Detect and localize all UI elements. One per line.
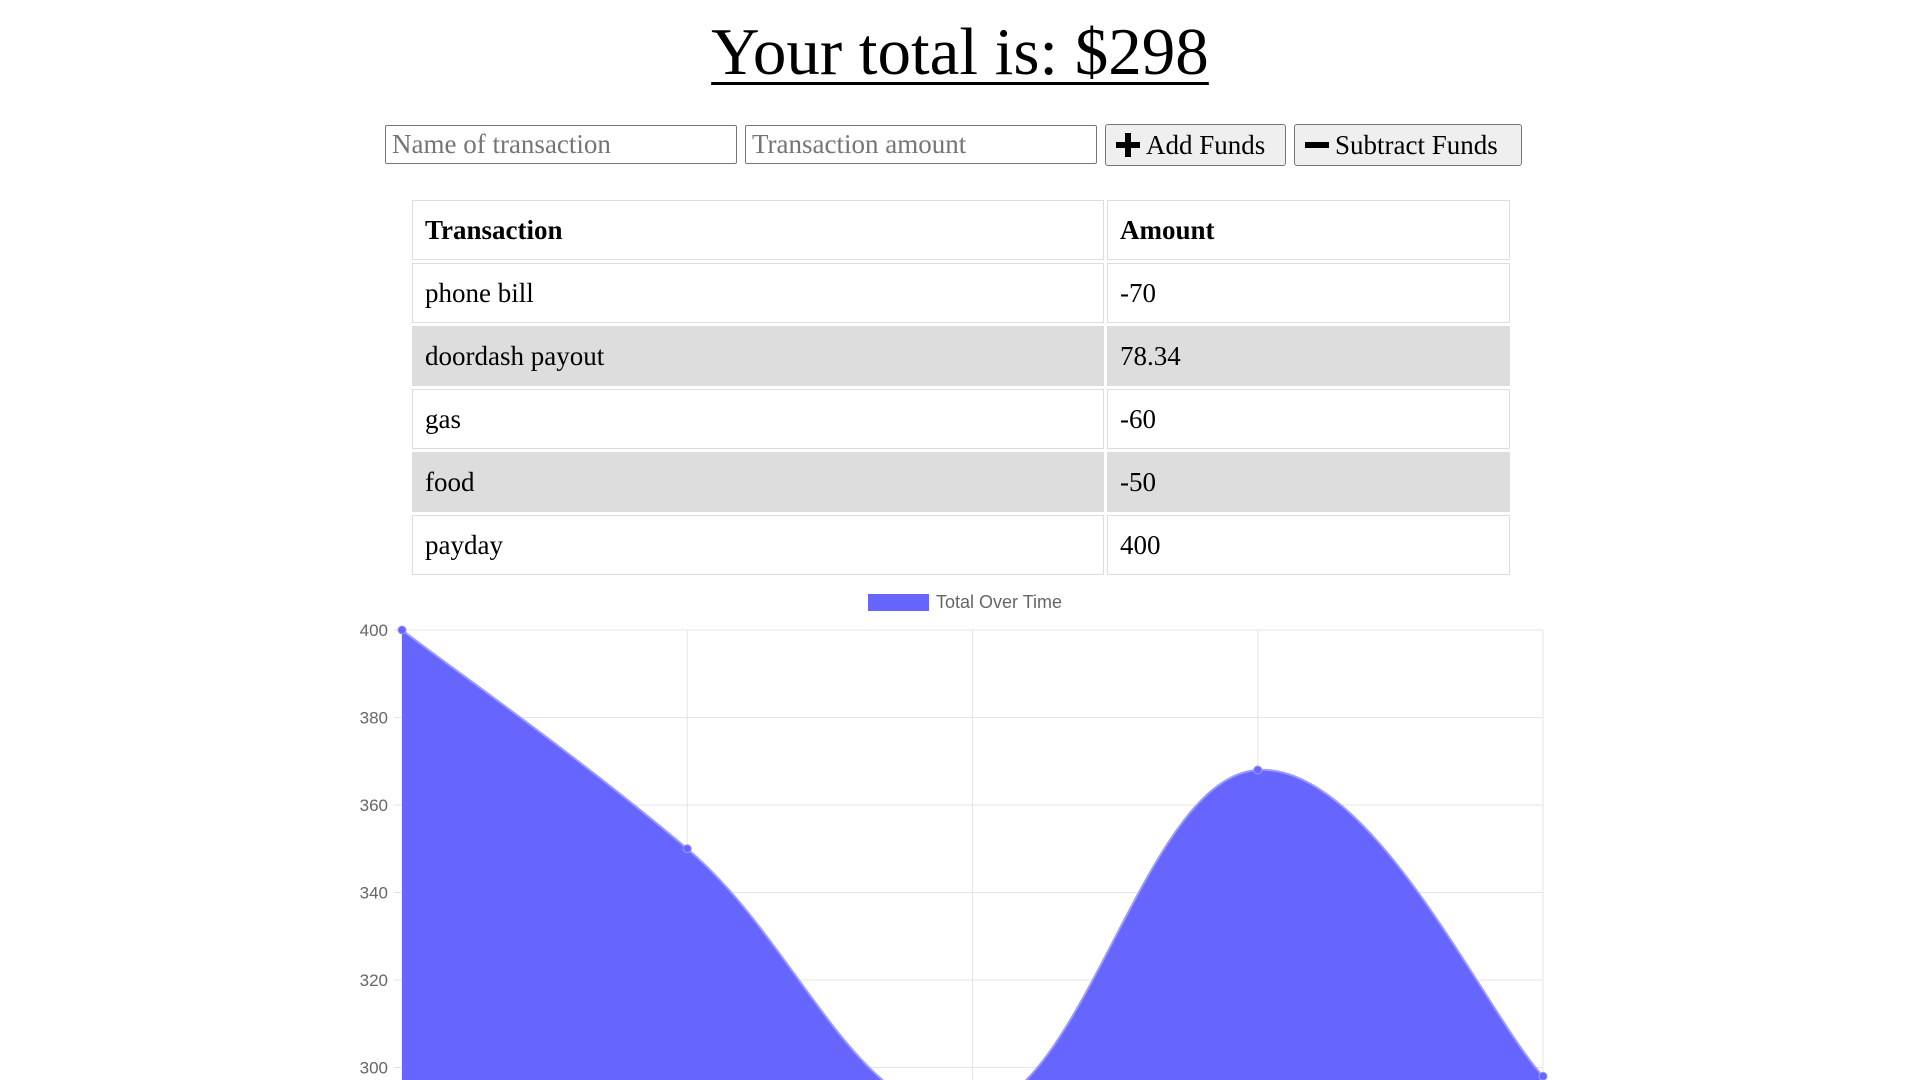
transaction-amount-cell: -50 <box>1107 452 1510 512</box>
chart-legend: Total Over Time <box>868 592 1062 612</box>
plus-icon <box>1116 133 1140 157</box>
add-funds-label: Add Funds <box>1146 129 1266 160</box>
y-tick-label: 360 <box>360 796 388 815</box>
table-row: payday 400 <box>412 515 1510 575</box>
y-tick-label: 380 <box>360 709 388 728</box>
y-tick-label: 400 <box>360 621 388 640</box>
transaction-amount-cell: 400 <box>1107 515 1510 575</box>
title-container: Your total is: $298 <box>0 14 1920 90</box>
table-row: food -50 <box>412 452 1510 512</box>
transaction-name-cell: payday <box>412 515 1104 575</box>
y-tick-label: 320 <box>360 971 388 990</box>
transaction-amount-cell: 78.34 <box>1107 326 1510 386</box>
legend-label: Total Over Time <box>936 592 1062 612</box>
y-tick-label: 340 <box>360 884 388 903</box>
transaction-form: Add Funds Subtract Funds <box>385 124 1522 166</box>
transaction-amount-cell: -60 <box>1107 389 1510 449</box>
table-header-row: Transaction Amount <box>412 200 1510 260</box>
y-tick-label: 300 <box>360 1059 388 1078</box>
header-transaction: Transaction <box>412 200 1104 260</box>
page-title: Your total is: $298 <box>711 15 1209 89</box>
add-funds-button[interactable]: Add Funds <box>1105 124 1286 166</box>
transaction-name-cell: food <box>412 452 1104 512</box>
transaction-amount-cell: -70 <box>1107 263 1510 323</box>
transaction-name-cell: phone bill <box>412 263 1104 323</box>
transaction-name-input[interactable] <box>385 125 737 164</box>
table-row: gas -60 <box>412 389 1510 449</box>
data-point <box>1538 1071 1548 1080</box>
data-point <box>1253 765 1263 775</box>
transaction-name-cell: gas <box>412 389 1104 449</box>
chart-y-axis: 400 380 360 340 320 300 <box>360 621 388 1078</box>
table-row: doordash payout 78.34 <box>412 326 1510 386</box>
chart-svg: 400 380 360 340 320 300 Total Over Time <box>360 592 1548 1080</box>
minus-icon <box>1305 133 1329 157</box>
data-point <box>397 625 407 635</box>
subtract-funds-button[interactable]: Subtract Funds <box>1294 124 1522 166</box>
header-amount: Amount <box>1107 200 1510 260</box>
transactions-table: Transaction Amount phone bill -70 doorda… <box>409 197 1513 578</box>
total-chart: 400 380 360 340 320 300 Total Over Time <box>340 585 1590 1080</box>
subtract-funds-label: Subtract Funds <box>1335 129 1498 160</box>
transaction-name-cell: doordash payout <box>412 326 1104 386</box>
data-point <box>682 844 692 854</box>
table-row: phone bill -70 <box>412 263 1510 323</box>
legend-swatch <box>868 594 929 611</box>
transaction-amount-input[interactable] <box>745 125 1097 164</box>
